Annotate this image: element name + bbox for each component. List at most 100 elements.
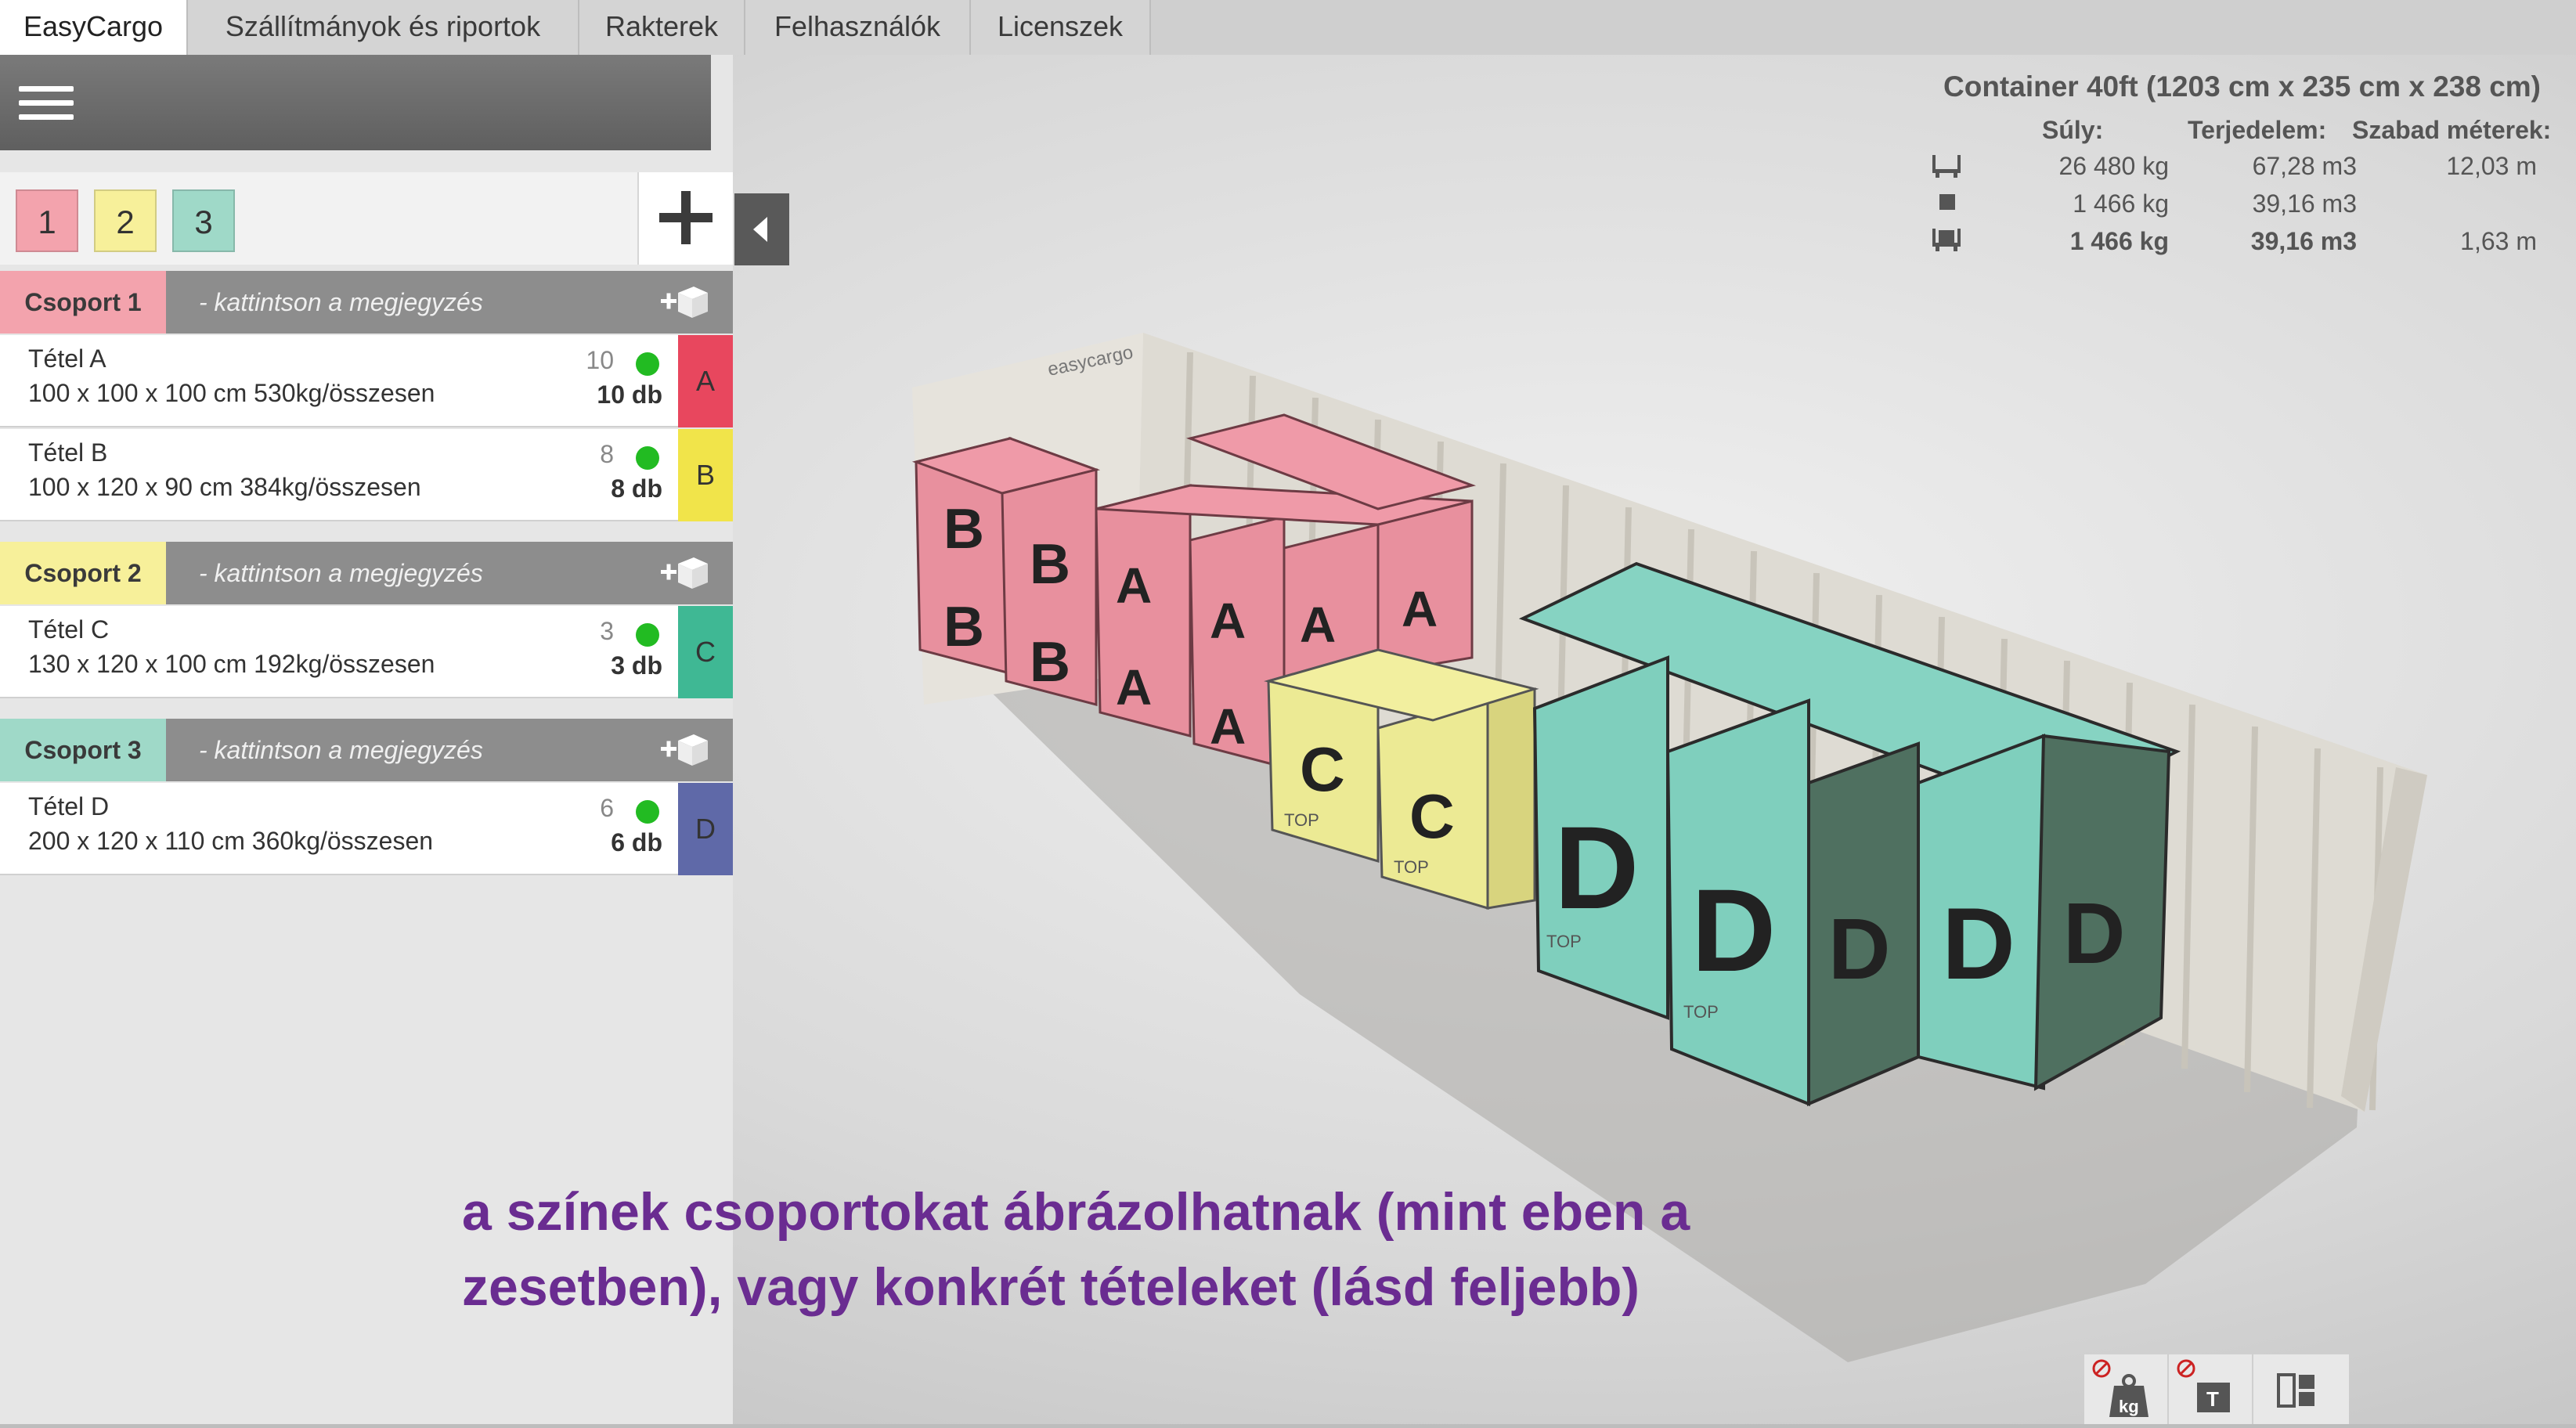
status-dot-icon — [636, 352, 659, 376]
group-label: Csoport 1 — [0, 271, 166, 334]
svg-text:T: T — [2206, 1387, 2219, 1411]
group-note[interactable]: - kattintson a megjegyzés — [199, 719, 483, 781]
bottom-toolbar: kg T — [2084, 1354, 2349, 1424]
item-count: 6 — [600, 794, 614, 822]
caption-text: a színek csoportokat ábrázolhatnak (mint… — [462, 1174, 1871, 1325]
item-quantity[interactable]: 6 db — [611, 828, 662, 857]
add-item-box-icon[interactable] — [659, 282, 709, 323]
group-button-3[interactable]: 3 — [172, 189, 235, 252]
item-quantity[interactable]: 10 db — [597, 380, 662, 409]
group-header-3[interactable]: Csoport 3 - kattintson a megjegyzés — [0, 719, 733, 781]
item-quantity[interactable]: 3 db — [611, 651, 662, 680]
tab-shipments-reports[interactable]: Szállítmányok és riportok — [188, 0, 579, 55]
box-label: A — [1402, 581, 1438, 637]
tab-cargo-spaces[interactable]: Rakterek — [579, 0, 745, 55]
capacity-volume: 67,28 m3 — [2252, 152, 2357, 180]
container-title: Container 40ft (1203 cm x 235 cm x 238 c… — [1943, 70, 2541, 103]
status-dot-icon — [636, 446, 659, 470]
loaded-free-meters: 1,63 m — [2460, 227, 2537, 255]
box-label: B — [943, 498, 984, 561]
weight-toggle-icon: kg — [2092, 1359, 2148, 1417]
item-color-letter[interactable]: D — [678, 783, 733, 875]
weight-toggle-button[interactable]: kg — [2084, 1354, 2169, 1424]
box-label: B — [1030, 533, 1070, 596]
list-item[interactable]: Tétel B 100 x 120 x 90 cm 384kg/összesen… — [0, 429, 733, 521]
item-color-letter[interactable]: B — [678, 429, 733, 521]
loaded-weight: 1 466 kg — [2069, 227, 2169, 255]
box-label: A — [1116, 659, 1152, 716]
group-note[interactable]: - kattintson a megjegyzés — [199, 542, 483, 604]
box-top-label: TOP — [1284, 810, 1319, 830]
group-label: Csoport 3 — [0, 719, 166, 781]
layout-view-button[interactable] — [2253, 1354, 2338, 1424]
item-dimensions: 100 x 120 x 90 cm 384kg/összesen — [28, 473, 421, 501]
item-name: Tétel D — [28, 792, 110, 820]
tab-users[interactable]: Felhasználók — [745, 0, 971, 55]
group-button-1[interactable]: 1 — [16, 189, 78, 252]
group-header-2[interactable]: Csoport 2 - kattintson a megjegyzés — [0, 542, 733, 604]
item-dimensions: 200 x 120 x 110 cm 360kg/összesen — [28, 827, 434, 855]
group-button-2[interactable]: 2 — [94, 189, 157, 252]
tab-easycargo[interactable]: EasyCargo — [0, 0, 188, 55]
item-color-letter[interactable]: C — [678, 606, 733, 698]
cargo-box-icon — [1939, 194, 1955, 210]
add-item-box-icon[interactable] — [659, 553, 709, 593]
cargo-volume: 39,16 m3 — [2252, 189, 2357, 218]
box-label: D — [1691, 864, 1776, 996]
top-nav-bar: EasyCargo Szállítmányok és riportok Rakt… — [0, 0, 2576, 55]
status-dot-icon — [636, 623, 659, 647]
collapse-sidebar-button[interactable] — [734, 193, 789, 265]
caption-line-2: zesetben), vagy konkrét tételeket (lásd … — [462, 1257, 1640, 1317]
item-count: 10 — [586, 346, 614, 374]
box-top-label: TOP — [1394, 857, 1429, 877]
box-label: B — [1030, 631, 1070, 694]
svg-text:kg: kg — [2119, 1397, 2139, 1416]
add-item-box-icon[interactable] — [659, 730, 709, 770]
layout-view-icon — [2277, 1373, 2314, 1408]
capacity-weight: 26 480 kg — [2058, 152, 2169, 180]
item-count: 3 — [600, 617, 614, 645]
free-meters-header: Szabad méterek: — [2352, 116, 2552, 144]
chevron-left-icon — [753, 217, 767, 242]
box-label: D — [2063, 885, 2125, 982]
item-name: Tétel B — [28, 438, 108, 467]
box-c — [1486, 687, 1536, 910]
box-label: D — [1554, 802, 1639, 933]
group-label: Csoport 2 — [0, 542, 166, 604]
item-name: Tétel A — [28, 344, 106, 373]
box-label: D — [1942, 886, 2015, 1001]
item-quantity[interactable]: 8 db — [611, 474, 662, 503]
loaded-volume: 39,16 m3 — [2250, 227, 2357, 255]
item-count: 8 — [600, 440, 614, 468]
label-toggle-icon: T — [2177, 1359, 2230, 1412]
box-label: C — [1300, 734, 1345, 804]
box-label: A — [1300, 597, 1336, 653]
hamburger-menu-icon[interactable] — [0, 55, 94, 150]
label-toggle-button[interactable]: T — [2169, 1354, 2253, 1424]
list-item[interactable]: Tétel D 200 x 120 x 110 cm 360kg/összese… — [0, 783, 733, 875]
box-top-label: TOP — [1683, 1002, 1719, 1022]
box-label: A — [1210, 593, 1246, 649]
weight-header: Súly: — [2042, 116, 2104, 144]
item-dimensions: 130 x 120 x 100 cm 192kg/összesen — [28, 650, 435, 678]
item-color-letter[interactable]: A — [678, 335, 733, 427]
list-item[interactable]: Tétel A 100 x 100 x 100 cm 530kg/összese… — [0, 335, 733, 427]
tab-licenses[interactable]: Licenszek — [971, 0, 1151, 55]
add-group-button[interactable] — [637, 172, 733, 265]
list-item[interactable]: Tétel C 130 x 120 x 100 cm 192kg/összese… — [0, 606, 733, 698]
group-header-1[interactable]: Csoport 1 - kattintson a megjegyzés — [0, 271, 733, 334]
pallet-capacity-icon — [1932, 155, 1961, 178]
sidebar-header — [0, 55, 711, 150]
volume-header: Terjedelem: — [2188, 116, 2327, 144]
box-top-label: TOP — [1546, 932, 1582, 951]
box-label: B — [943, 596, 984, 658]
status-dot-icon — [636, 800, 659, 824]
caption-line-1: a színek csoportokat ábrázolhatnak (mint… — [462, 1182, 1690, 1242]
cargo-weight: 1 466 kg — [2073, 189, 2169, 218]
box-label: C — [1409, 781, 1455, 851]
item-dimensions: 100 x 100 x 100 cm 530kg/összesen — [28, 379, 435, 407]
group-note[interactable]: - kattintson a megjegyzés — [199, 271, 483, 334]
box-label: A — [1116, 557, 1152, 614]
box-label: A — [1210, 698, 1246, 755]
capacity-free-meters: 12,03 m — [2446, 152, 2537, 180]
